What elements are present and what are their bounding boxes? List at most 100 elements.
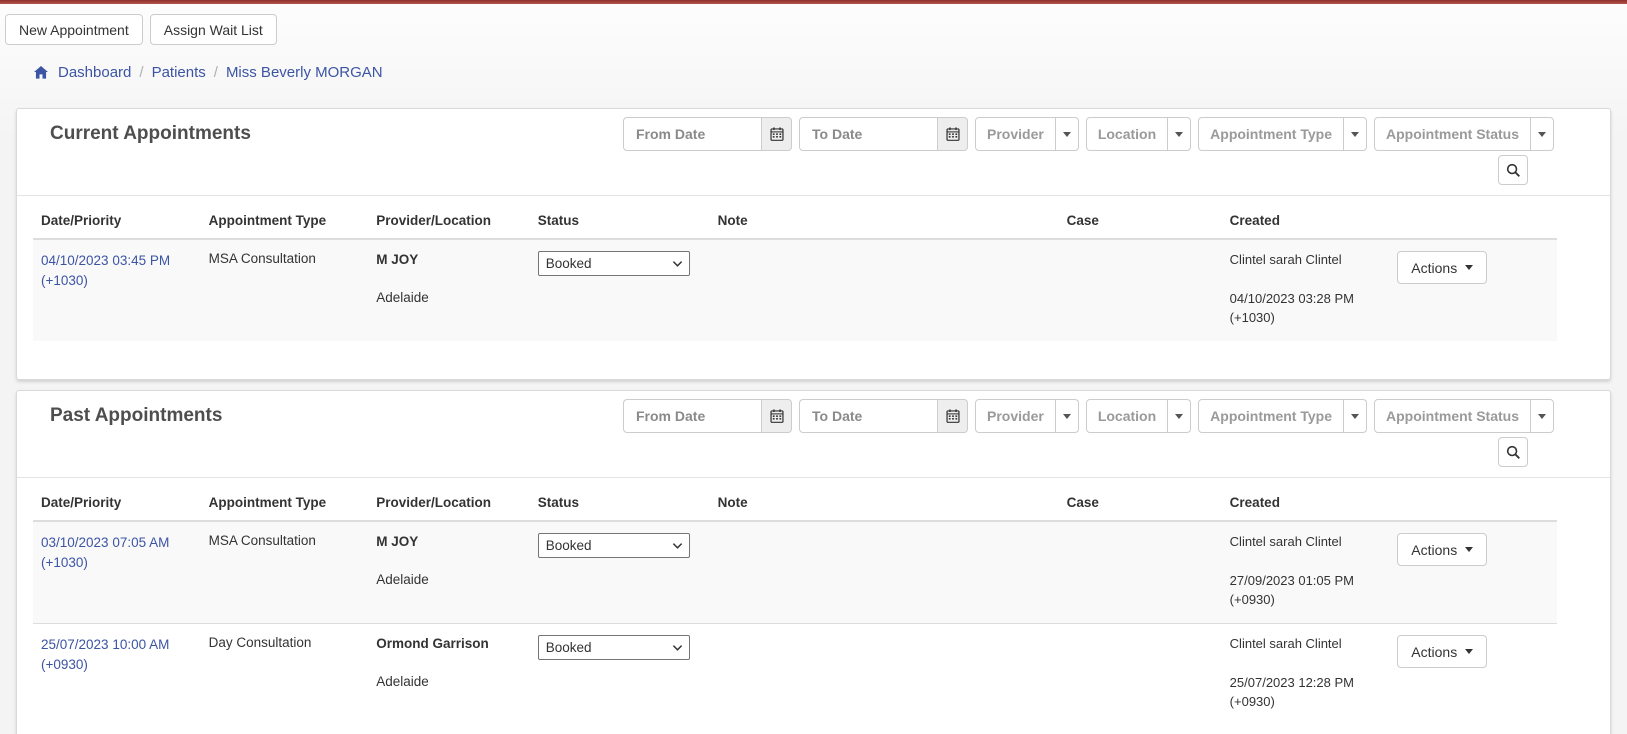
appointment-type-cell: Day Consultation <box>208 635 312 650</box>
col-actions <box>1389 202 1557 240</box>
appointment-type-dropdown[interactable]: Appointment Type <box>1198 117 1367 151</box>
provider-location-cell: M JOY Adelaide <box>376 534 429 587</box>
toolbar: New Appointment Assign Wait List <box>0 4 1627 45</box>
past-filter-group: Provider Location Appointment Type Appoi… <box>623 399 1554 433</box>
col-case: Case <box>1058 202 1222 240</box>
breadcrumb-patients[interactable]: Patients <box>152 64 206 81</box>
actions-button[interactable]: Actions <box>1397 533 1488 566</box>
chevron-down-icon <box>1530 400 1553 432</box>
search-icon <box>1506 445 1520 459</box>
provider-location-cell: M JOY Adelaide <box>376 252 429 305</box>
search-button[interactable] <box>1498 437 1528 467</box>
past-appointments-table: Date/Priority Appointment Type Provider/… <box>33 484 1557 725</box>
provider-dropdown[interactable]: Provider <box>975 399 1079 433</box>
past-appointments-title: Past Appointments <box>50 405 223 426</box>
col-created: Created <box>1221 484 1390 522</box>
created-cell: Clintel sarah Clintel 04/10/2023 03:28 P… <box>1229 252 1354 325</box>
breadcrumb: Dashboard / Patients / Miss Beverly MORG… <box>33 64 1627 81</box>
col-appointment-type: Appointment Type <box>200 202 369 240</box>
status-select-wrap: Booked <box>537 635 690 660</box>
appointment-type-cell: MSA Consultation <box>208 533 316 548</box>
from-date-input[interactable] <box>623 117 761 151</box>
case-cell <box>1059 239 1222 341</box>
chevron-down-icon <box>1054 118 1078 150</box>
appointment-status-dropdown[interactable]: Appointment Status <box>1374 117 1554 151</box>
col-note: Note <box>709 202 1059 240</box>
calendar-icon[interactable] <box>761 117 792 151</box>
note-cell <box>710 521 1059 624</box>
current-filter-group: Provider Location Appointment Type Appoi… <box>623 117 1554 151</box>
appointment-type-dropdown-label: Appointment Type <box>1210 408 1332 424</box>
provider-dropdown[interactable]: Provider <box>975 117 1079 151</box>
case-cell <box>1059 521 1222 624</box>
col-provider-location: Provider/Location <box>368 484 530 522</box>
calendar-icon[interactable] <box>761 399 792 433</box>
status-select[interactable]: Booked <box>537 533 690 558</box>
provider-location-cell: Ormond Garrison Adelaide <box>376 636 489 689</box>
status-select[interactable]: Booked <box>537 251 690 276</box>
col-status: Status <box>529 202 710 240</box>
table-row: 03/10/2023 07:05 AM (+1030) MSA Consulta… <box>33 521 1557 624</box>
chevron-down-icon <box>1167 118 1190 150</box>
to-date-input[interactable] <box>799 117 937 151</box>
location-dropdown[interactable]: Location <box>1085 399 1192 433</box>
appointment-status-dropdown[interactable]: Appointment Status <box>1374 399 1554 433</box>
to-date-input[interactable] <box>799 399 937 433</box>
case-cell <box>1059 624 1222 726</box>
col-appointment-type: Appointment Type <box>200 484 369 522</box>
breadcrumb-separator: / <box>213 64 218 81</box>
location-dropdown-label: Location <box>1097 126 1157 142</box>
past-appointments-panel: Past Appointments Provider <box>16 390 1611 734</box>
col-date-priority: Date/Priority <box>33 484 201 522</box>
appointment-date-link[interactable]: 03/10/2023 07:05 AM (+1030) <box>41 533 193 573</box>
calendar-icon[interactable] <box>937 117 968 151</box>
breadcrumb-dashboard[interactable]: Dashboard <box>58 64 131 81</box>
actions-button[interactable]: Actions <box>1397 251 1488 284</box>
appointment-date-link[interactable]: 04/10/2023 03:45 PM (+1030) <box>41 251 193 291</box>
new-appointment-button[interactable]: New Appointment <box>5 14 143 45</box>
current-from-date-group <box>623 117 792 151</box>
past-from-date-group <box>623 399 792 433</box>
chevron-down-icon <box>1167 400 1190 432</box>
chevron-down-icon <box>1343 118 1366 150</box>
chevron-down-icon <box>1054 400 1078 432</box>
appointment-status-dropdown-label: Appointment Status <box>1386 126 1519 142</box>
location-dropdown[interactable]: Location <box>1085 117 1192 151</box>
search-icon <box>1506 163 1520 177</box>
current-appointments-table: Date/Priority Appointment Type Provider/… <box>33 202 1557 341</box>
home-icon[interactable] <box>33 65 49 80</box>
appointment-date-link[interactable]: 25/07/2023 10:00 AM (+0930) <box>41 635 193 675</box>
current-appointments-title: Current Appointments <box>50 123 251 144</box>
current-appointments-panel: Current Appointments Provider <box>16 108 1611 380</box>
status-select[interactable]: Booked <box>537 635 690 660</box>
breadcrumb-patient-name[interactable]: Miss Beverly MORGAN <box>226 64 383 81</box>
status-select-wrap: Booked <box>537 251 690 276</box>
from-date-input[interactable] <box>623 399 761 433</box>
caret-down-icon <box>1465 547 1474 552</box>
calendar-icon[interactable] <box>937 399 968 433</box>
note-cell <box>710 624 1059 726</box>
caret-down-icon <box>1465 649 1474 654</box>
appointment-status-dropdown-label: Appointment Status <box>1386 408 1519 424</box>
search-button[interactable] <box>1498 155 1528 185</box>
current-appointments-heading: Current Appointments Provider <box>17 109 1610 196</box>
assign-wait-list-button[interactable]: Assign Wait List <box>149 14 277 45</box>
col-date-priority: Date/Priority <box>33 202 201 240</box>
col-case: Case <box>1058 484 1222 522</box>
appointment-type-cell: MSA Consultation <box>208 251 316 266</box>
location-dropdown-label: Location <box>1097 408 1157 424</box>
col-note: Note <box>709 484 1059 522</box>
col-created: Created <box>1221 202 1390 240</box>
appointment-type-dropdown[interactable]: Appointment Type <box>1198 399 1367 433</box>
caret-down-icon <box>1465 265 1474 270</box>
created-cell: Clintel sarah Clintel 25/07/2023 12:28 P… <box>1229 636 1354 709</box>
note-cell <box>710 239 1059 341</box>
status-select-wrap: Booked <box>537 533 690 558</box>
breadcrumb-separator: / <box>139 64 144 81</box>
provider-dropdown-label: Provider <box>987 126 1044 142</box>
actions-button[interactable]: Actions <box>1397 635 1488 668</box>
chevron-down-icon <box>1343 400 1366 432</box>
created-cell: Clintel sarah Clintel 27/09/2023 01:05 P… <box>1229 534 1354 607</box>
chevron-down-icon <box>1530 118 1553 150</box>
provider-dropdown-label: Provider <box>987 408 1044 424</box>
